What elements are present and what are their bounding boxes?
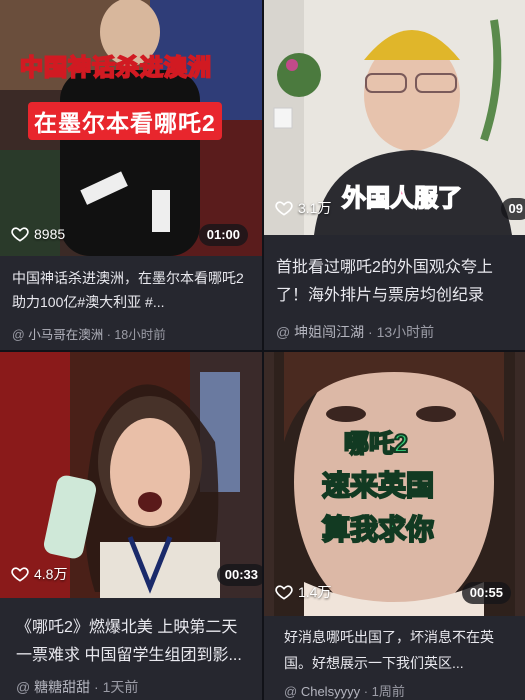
video-card[interactable]: 中国神话杀进澳洲 在墨尔本看哪吒2 8985 01:00 中国神话杀进澳洲，在墨…	[0, 0, 262, 350]
overlay-title-line-2: 速来英国	[321, 469, 435, 502]
video-meta: @ Chelsyyyy · 1周前	[284, 681, 517, 700]
like-count-value: 8985	[34, 226, 66, 242]
overlay-title-line-1: 哪吒2	[343, 429, 409, 459]
video-duration: 01:00	[198, 224, 248, 246]
post-time: 1周前	[371, 684, 405, 699]
post-time: 13小时前	[376, 324, 435, 340]
video-meta: @ 小马哥在澳洲 · 18小时前	[12, 324, 254, 343]
heart-icon	[275, 585, 293, 600]
post-time: 18小时前	[114, 328, 166, 342]
video-meta: @ 糖糖甜甜 · 1天前	[16, 677, 254, 697]
video-meta: @ 坤姐闯江湖 · 13小时前	[276, 322, 517, 342]
video-caption[interactable]: 好消息哪吒出国了，坏消息不在英国。好想展示一下我们英区...	[284, 624, 513, 676]
video-thumbnail[interactable]: 4.8万 00:33	[0, 352, 262, 598]
video-card[interactable]: 哪吒2 速来英国 算我求你 1.4万 00:55 好消息哪吒出国了，坏消息不在英…	[264, 352, 525, 700]
overlay-title-line-1: 中国神话杀进澳洲	[19, 53, 212, 81]
video-thumbnail[interactable]: 中国神话杀进澳洲 在墨尔本看哪吒2 8985 01:00	[0, 0, 262, 256]
heart-icon	[11, 567, 29, 582]
video-card[interactable]: 4.8万 00:33 《哪吒2》燃爆北美 上映第二天一票难求 中国留学生组团到影…	[0, 352, 262, 700]
video-caption[interactable]: 首批看过哪吒2的外国观众夸上了！海外排片与票房均创纪录	[276, 254, 513, 310]
video-caption[interactable]: 中国神话杀进澳洲，在墨尔本看哪吒2助力100亿#澳大利亚 #...	[12, 266, 250, 314]
like-count[interactable]: 1.4万	[274, 582, 331, 602]
heart-icon	[275, 201, 293, 216]
video-thumbnail[interactable]: 外国人服了 3.1万 09	[264, 0, 525, 235]
overlay-title-line-1: 外国人服了	[341, 184, 463, 213]
at-icon: @	[284, 684, 298, 699]
author-name[interactable]: 糖糖甜甜	[34, 679, 90, 695]
meta-separator: ·	[363, 684, 369, 699]
heart-icon	[11, 227, 29, 242]
overlay-title-line-3: 算我求你	[321, 513, 435, 546]
at-icon: @	[16, 679, 31, 695]
author-name[interactable]: 小马哥在澳洲	[28, 328, 103, 342]
video-duration: 09	[500, 198, 525, 220]
meta-separator: ·	[106, 328, 111, 342]
thumbnail-image	[0, 352, 262, 598]
author-name[interactable]: 坤姐闯江湖	[294, 324, 364, 340]
like-count-value: 1.4万	[298, 584, 332, 600]
like-count[interactable]: 3.1万	[274, 198, 331, 218]
meta-separator: ·	[94, 679, 99, 695]
like-count-value: 3.1万	[298, 200, 332, 216]
post-time: 1天前	[102, 679, 139, 695]
author-name[interactable]: Chelsyyyy	[301, 684, 360, 699]
video-card[interactable]: 外国人服了 3.1万 09 首批看过哪吒2的外国观众夸上了！海外排片与票房均创纪…	[264, 0, 525, 350]
video-caption[interactable]: 《哪吒2》燃爆北美 上映第二天一票难求 中国留学生组团到影...	[16, 614, 250, 670]
video-thumbnail[interactable]: 哪吒2 速来英国 算我求你 1.4万 00:55	[264, 352, 525, 616]
at-icon: @	[276, 324, 291, 340]
like-count[interactable]: 4.8万	[10, 564, 67, 584]
video-duration: 00:33	[216, 564, 262, 586]
video-duration: 00:55	[461, 582, 511, 604]
overlay-title-line-2: 在墨尔本看哪吒2	[28, 102, 222, 140]
like-count-value: 4.8万	[34, 566, 68, 582]
meta-separator: ·	[368, 324, 373, 340]
at-icon: @	[12, 328, 25, 342]
like-count[interactable]: 8985	[10, 224, 65, 244]
